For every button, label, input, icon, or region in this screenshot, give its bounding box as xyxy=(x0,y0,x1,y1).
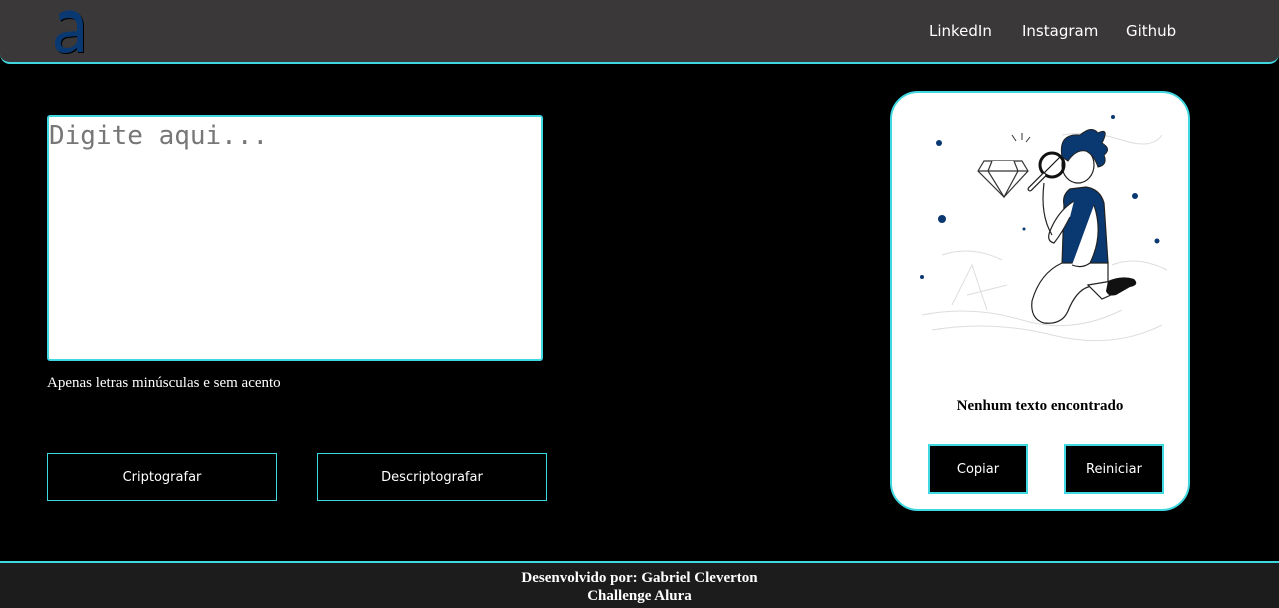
nav-link-linkedin[interactable]: LinkedIn xyxy=(929,22,992,40)
output-panel: Nenhum texto encontrado Copiar Reiniciar xyxy=(890,91,1190,511)
copy-button[interactable]: Copiar xyxy=(928,444,1028,494)
encrypt-button[interactable]: Criptografar xyxy=(47,453,277,501)
footer-challenge: Challenge Alura xyxy=(587,588,692,604)
decrypt-button[interactable]: Descriptografar xyxy=(317,453,547,501)
top-header: LinkedIn Instagram Github xyxy=(0,0,1279,64)
empty-output-message: Nenhum texto encontrado xyxy=(956,398,1124,414)
message-input[interactable] xyxy=(47,115,543,361)
person-with-magnifier-illustration xyxy=(912,105,1172,355)
page-footer: Desenvolvido por: Gabriel Cleverton Chal… xyxy=(0,561,1279,608)
nav-link-github[interactable]: Github xyxy=(1126,22,1176,40)
nav-link-instagram[interactable]: Instagram xyxy=(1022,22,1098,40)
reset-button[interactable]: Reiniciar xyxy=(1064,444,1164,494)
input-hint: Apenas letras minúsculas e sem acento xyxy=(47,375,281,391)
top-nav: LinkedIn Instagram Github xyxy=(0,22,1279,42)
footer-credit: Desenvolvido por: Gabriel Cleverton xyxy=(521,570,758,586)
